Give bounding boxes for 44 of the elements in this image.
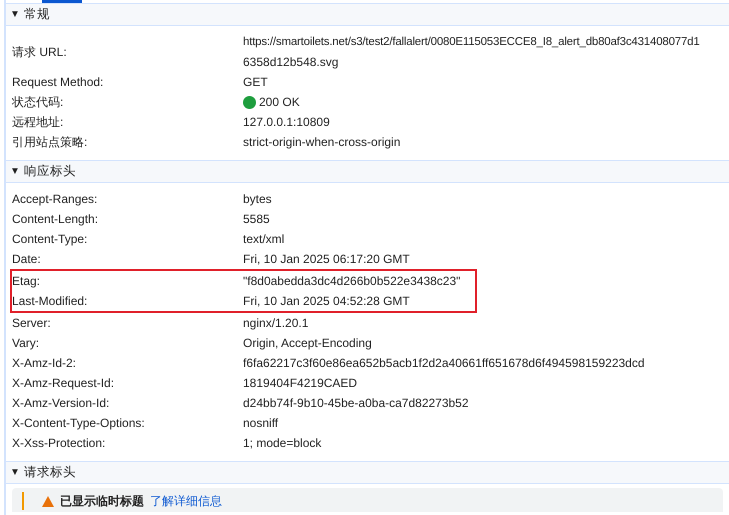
header-value: f6fa62217c3f60e86ea652b5acb1f2d2a40661ff651678d6f494598159223dcd (243, 355, 645, 372)
warning-icon (42, 496, 54, 506)
header-name: Last-Modified: (12, 293, 88, 310)
header-value: 6358d12b548.svg (243, 54, 340, 71)
header-name: Content-Length: (11, 211, 100, 228)
header-value: Fri, 10 Jan 2025 06:17:20 GMT (243, 251, 410, 268)
header-name: Request Method: (11, 74, 104, 91)
header-value: 127.0.0.1:10809 (243, 114, 330, 131)
header-name: 请求 URL: (11, 44, 68, 61)
learn-more-link[interactable]: 了解详细信息 (150, 492, 222, 510)
header-value: https://smartoilets.net/s3/test2/fallalert/0080E115053ECCE8_I8_alert_db80af3c431408077d1 (243, 35, 700, 50)
header-name: X-Amz-Request-Id: (11, 375, 116, 392)
header-value: text/xml (243, 231, 284, 248)
header-name: Content-Type: (11, 231, 88, 248)
header-name: Accept-Ranges: (11, 191, 98, 208)
header-name: X-Xss-Protection: (11, 435, 106, 452)
header-value: bytes (243, 191, 272, 208)
tab-indicator (42, 0, 82, 3)
header-name: Etag: (12, 273, 42, 290)
header-name: X-Amz-Version-Id: (11, 395, 110, 412)
header-value: 1819404F4219CAED (243, 375, 358, 392)
header-name: Vary: (11, 335, 40, 352)
section-header[interactable]: ▼ 响应标头 (6, 160, 729, 183)
header-name: 远程地址: (11, 114, 64, 131)
header-value: 200 OK (259, 94, 300, 111)
header-value: d24bb74f-9b10-45be-a0ba-ca7d82273b52 (243, 395, 469, 412)
header-name: X-Content-Type-Options: (11, 415, 146, 432)
header-value: GET (243, 74, 268, 91)
header-value: nginx/1.20.1 (243, 315, 308, 332)
header-name: Server: (11, 315, 52, 332)
header-name: Date: (11, 251, 42, 268)
header-value: 5585 (243, 211, 270, 228)
header-name: 状态代码: (11, 94, 64, 111)
section-header[interactable]: ▼ 请求标头 (6, 461, 729, 484)
header-name: X-Amz-Id-2: (11, 355, 78, 372)
header-value: Origin, Accept-Encoding (243, 335, 372, 352)
header-value: "f8d0abedda3dc4d266b0b522e3438c23" (243, 273, 460, 290)
header-value: nosniff (243, 415, 278, 432)
header-value: 1; mode=block (243, 435, 322, 452)
notice-text: 已显示临时标题 (60, 493, 144, 510)
section-header[interactable]: ▼ 常规 (6, 3, 729, 26)
header-value: Fri, 10 Jan 2025 04:52:28 GMT (243, 293, 410, 310)
header-value: strict-origin-when-cross-origin (243, 134, 400, 151)
header-name: 引用站点策略: (11, 134, 88, 151)
